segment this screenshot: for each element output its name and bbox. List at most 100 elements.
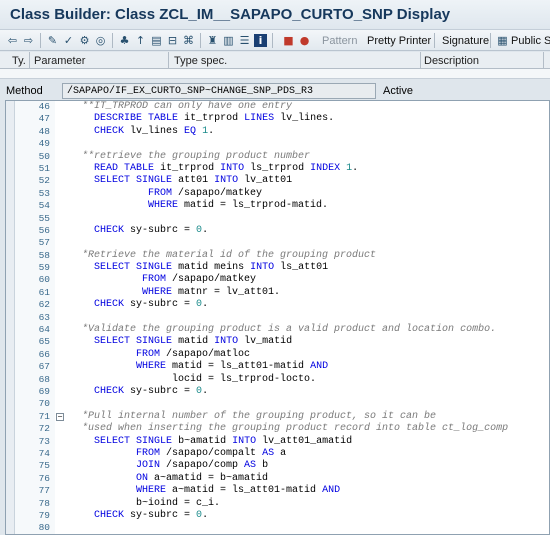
code-text: **IT_TRPROD can only have one entry [70, 101, 293, 112]
structure-icon[interactable]: ⌘ [182, 33, 195, 48]
code-text: CHECK sy-subrc = 0. [94, 385, 209, 397]
signature-button[interactable]: Signature [442, 33, 489, 48]
parameter-table-row[interactable] [0, 69, 550, 79]
line-number: 61 [38, 286, 50, 298]
code-line[interactable]: 46 **IT_TRPROD can only have one entry [6, 101, 549, 113]
code-text: *Retrieve the material id of the groupin… [70, 249, 377, 261]
code-text: WHERE matnr = lv_att01. [142, 286, 281, 298]
pattern-button[interactable]: Pattern [322, 33, 357, 48]
line-number: 53 [38, 187, 50, 199]
line-number: 80 [38, 522, 50, 534]
code-lines: 46 **IT_TRPROD can only have one entry 47… [6, 101, 549, 534]
toolbar-separator [200, 33, 201, 48]
code-line[interactable]: 58 *Retrieve the material id of the grou… [6, 249, 549, 262]
column-typespec-header[interactable]: Type spec. [174, 55, 227, 67]
line-number: 58 [38, 249, 50, 261]
column-divider [543, 52, 544, 69]
column-parameter-header[interactable]: Parameter [34, 55, 85, 67]
code-line[interactable]: 59 SELECT SINGLE matid meins INTO ls_att… [6, 262, 549, 274]
method-name-field[interactable]: /SAPAPO/IF_EX_CURTO_SNP~CHANGE_SNP_PDS_R… [62, 83, 376, 99]
application-toolbar: ⇦ ⇨ ✎ ✓ ⚙ ◎ ♣ ↑ ▤ ⊟ ⌘ ♜ ▥ ☰ i ■ ● Patter… [0, 30, 550, 51]
abap-code-editor[interactable]: 46 **IT_TRPROD can only have one entry 47… [5, 100, 550, 535]
code-line[interactable]: 60 FROM /sapapo/matkey [6, 274, 549, 286]
line-number: 56 [38, 224, 50, 236]
method-status: Active [383, 85, 413, 97]
code-line[interactable]: 79 CHECK sy-subrc = 0. [6, 510, 549, 522]
hierarchy-icon[interactable]: ♜ [206, 33, 219, 48]
breakpoint-icon[interactable]: ■ [282, 33, 295, 48]
code-text: JOIN /sapapo/comp AS b [136, 460, 269, 472]
line-number: 77 [38, 485, 50, 497]
code-text: *Pull internal number of the grouping pr… [70, 410, 437, 422]
column-divider [29, 52, 30, 69]
activate-icon[interactable]: ⚙ [78, 33, 91, 48]
column-description-header[interactable]: Description [424, 55, 479, 67]
code-line[interactable]: 49 [6, 138, 549, 150]
code-line[interactable]: 48 CHECK lv_lines EQ 1. [6, 125, 549, 138]
code-line[interactable]: 52 SELECT SINGLE att01 INTO lv_att01 [6, 175, 549, 187]
object-list-icon[interactable]: ↑ [134, 33, 147, 48]
toolbar-separator [40, 33, 41, 48]
info-icon[interactable]: i [254, 33, 267, 48]
window-title: Class Builder: Class ZCL_IM__SAPAPO_CURT… [10, 6, 451, 23]
method-row: Method /SAPAPO/IF_EX_CURTO_SNP~CHANGE_SN… [0, 82, 550, 100]
code-line[interactable]: 67 WHERE matid = ls_att01-matid AND [6, 361, 549, 373]
enhance-icon[interactable]: ⊟ [166, 33, 179, 48]
public-section-button[interactable]: ▦Public Sec [496, 33, 550, 48]
code-line[interactable]: 69 CHECK sy-subrc = 0. [6, 385, 549, 398]
code-line[interactable]: 70 [6, 398, 549, 410]
code-line[interactable]: 62 CHECK sy-subrc = 0. [6, 299, 549, 311]
code-line[interactable]: 53 FROM /sapapo/matkey [6, 187, 549, 200]
code-line[interactable]: 71− *Pull internal number of the groupin… [6, 410, 549, 423]
code-text: *Validate the grouping product is a vali… [70, 324, 497, 336]
code-line[interactable]: 64 *Validate the grouping product is a v… [6, 324, 549, 336]
code-line[interactable]: 50 **retrieve the grouping product numbe… [6, 151, 549, 163]
line-number: 63 [38, 311, 50, 323]
code-line[interactable]: 54 WHERE matid = ls_trprod-matid. [6, 200, 549, 212]
toolbar-separator [490, 33, 491, 48]
external-breakpoint-icon[interactable]: ● [298, 33, 311, 48]
line-number: 55 [38, 212, 50, 224]
print-icon[interactable]: ▥ [222, 33, 235, 48]
code-line[interactable]: 74 FROM /sapapo/compalt AS a [6, 448, 549, 460]
code-text: CHECK sy-subrc = 0. [94, 299, 209, 311]
code-line[interactable]: 57 [6, 237, 549, 249]
line-number: 64 [38, 324, 50, 336]
line-number: 48 [38, 125, 50, 137]
list-icon[interactable]: ☰ [238, 33, 251, 48]
code-line[interactable]: 65 SELECT SINGLE matid INTO lv_matid [6, 336, 549, 348]
column-type-header[interactable]: Ty. [12, 55, 26, 67]
collapse-block-icon[interactable]: − [56, 412, 64, 421]
test-icon[interactable]: ◎ [94, 33, 107, 48]
code-line[interactable]: 78 b~ioind = c_i. [6, 498, 549, 510]
code-line[interactable]: 63 [6, 311, 549, 324]
column-divider [168, 52, 169, 69]
line-number: 69 [38, 385, 50, 397]
code-line[interactable]: 66 FROM /sapapo/matloc [6, 349, 549, 361]
forward-arrow-icon[interactable]: ⇨ [22, 33, 35, 48]
line-number: 59 [38, 262, 50, 274]
code-line[interactable]: 75 JOIN /sapapo/comp AS b [6, 460, 549, 472]
navigation-window-icon[interactable]: ▤ [150, 33, 163, 48]
code-line[interactable]: 61 WHERE matnr = lv_att01. [6, 286, 549, 299]
code-line[interactable]: 51 READ TABLE it_trprod INTO ls_trprod I… [6, 163, 549, 175]
code-line[interactable]: 55 [6, 212, 549, 225]
display-change-icon[interactable]: ✎ [46, 33, 59, 48]
code-line[interactable]: 47 DESCRIBE TABLE it_trprod LINES lv_lin… [6, 113, 549, 125]
code-line[interactable]: 77 WHERE a~matid = ls_att01-matid AND [6, 485, 549, 497]
check-icon[interactable]: ✓ [62, 33, 75, 48]
code-text: WHERE matid = ls_trprod-matid. [148, 200, 329, 212]
back-arrow-icon[interactable]: ⇦ [6, 33, 19, 48]
where-used-icon[interactable]: ♣ [118, 33, 131, 48]
toolbar-separator [434, 33, 435, 48]
method-label: Method [6, 85, 43, 97]
code-line[interactable]: 76 ON a~amatid = b~amatid [6, 473, 549, 485]
code-line[interactable]: 68 locid = ls_trprod-locto. [6, 374, 549, 386]
code-text: CHECK lv_lines EQ 1. [94, 125, 215, 137]
code-line[interactable]: 73 SELECT SINGLE b~amatid INTO lv_att01_… [6, 436, 549, 448]
code-line[interactable]: 72 *used when inserting the grouping pro… [6, 423, 549, 435]
code-line[interactable]: 56 CHECK sy-subrc = 0. [6, 224, 549, 237]
pretty-printer-button[interactable]: Pretty Printer [367, 33, 431, 48]
code-line[interactable]: 80 [6, 522, 549, 534]
code-text: FROM /sapapo/matkey [148, 187, 263, 199]
